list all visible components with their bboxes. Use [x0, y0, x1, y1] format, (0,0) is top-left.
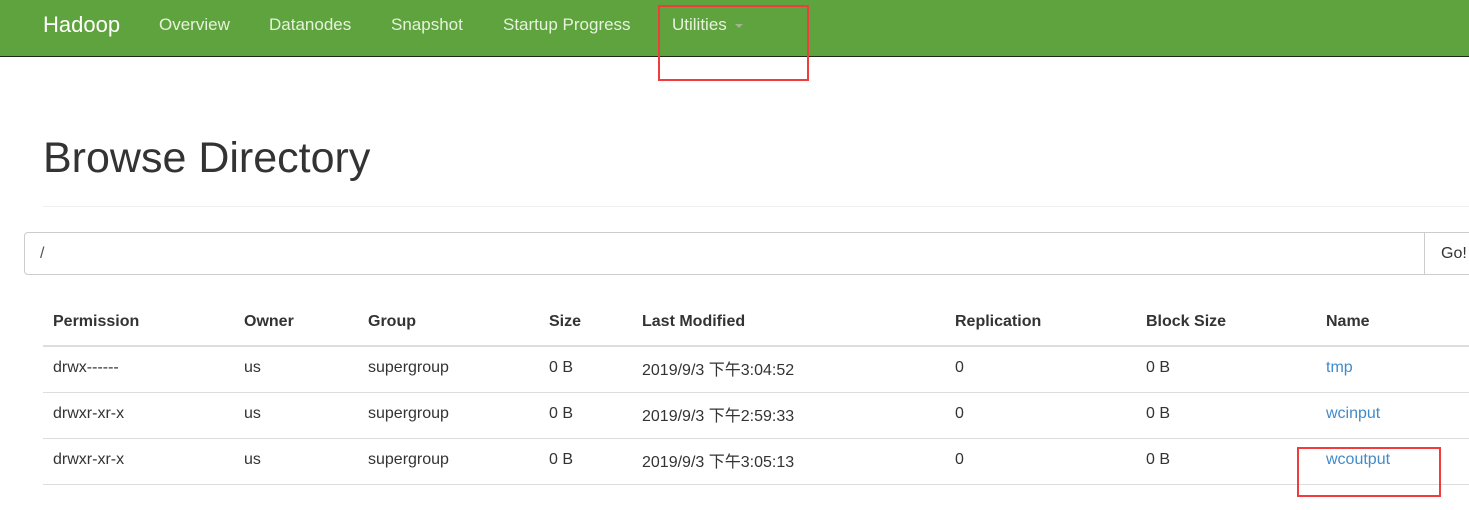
table-cell: 0 B — [539, 392, 632, 439]
table-cell: 2019/9/3 下午3:04:52 — [632, 346, 945, 393]
table-cell: 0 — [945, 438, 1136, 485]
table-cell: 0 B — [1136, 346, 1316, 393]
table-cell: us — [234, 346, 358, 393]
table-cell: us — [234, 438, 358, 485]
column-header: Group — [358, 299, 539, 347]
table-cell: 0 — [945, 346, 1136, 393]
directory-table: Permission Owner Group Size Last Modified Rep… — [43, 299, 1469, 485]
table-cell: 0 B — [1136, 392, 1316, 439]
table-cell: 0 B — [1136, 438, 1316, 485]
table-cell: 0 B — [539, 438, 632, 485]
table-cell: supergroup — [358, 392, 539, 439]
table-row: drwxr-xr-x us supergroup 0 B 2019/9/3 下午2:59… — [43, 392, 1469, 439]
column-header: Permission — [43, 299, 234, 347]
table-cell: 0 B — [539, 346, 632, 393]
nav-snapshot[interactable]: Snapshot — [391, 15, 463, 35]
table-cell: 0 — [945, 392, 1136, 439]
column-header: Replication — [945, 299, 1136, 347]
table-cell: us — [234, 392, 358, 439]
directory-link[interactable]: wcinput — [1326, 405, 1380, 422]
table-cell: 2019/9/3 下午2:59:33 — [632, 392, 945, 439]
directory-link[interactable]: tmp — [1326, 359, 1353, 376]
directory-path-input[interactable] — [24, 232, 1425, 275]
column-header: Name — [1316, 299, 1469, 347]
page-title: Browse Directory — [43, 134, 371, 182]
table-cell: drwx------ — [43, 346, 234, 393]
go-button[interactable]: Go! — [1424, 232, 1469, 275]
annotation-box-utilities — [658, 5, 809, 81]
table-cell: tmp — [1316, 346, 1469, 393]
table-cell: supergroup — [358, 346, 539, 393]
table-header-row: Permission Owner Group Size Last Modified Rep… — [43, 299, 1469, 347]
table-row: drwxr-xr-x us supergroup 0 B 2019/9/3 下午3:05… — [43, 438, 1469, 485]
table-cell: supergroup — [358, 438, 539, 485]
column-header: Size — [539, 299, 632, 347]
table-cell: drwxr-xr-x — [43, 438, 234, 485]
nav-overview[interactable]: Overview — [159, 15, 230, 35]
nav-startup-progress[interactable]: Startup Progress — [503, 15, 631, 35]
column-header: Owner — [234, 299, 358, 347]
table-cell: drwxr-xr-x — [43, 392, 234, 439]
divider — [43, 206, 1469, 207]
column-header: Last Modified — [632, 299, 945, 347]
nav-datanodes[interactable]: Datanodes — [269, 15, 351, 35]
table-cell: 2019/9/3 下午3:05:13 — [632, 438, 945, 485]
table-cell: wcinput — [1316, 392, 1469, 439]
brand-logo[interactable]: Hadoop — [43, 12, 120, 38]
column-header: Block Size — [1136, 299, 1316, 347]
table-row: drwx------ us supergroup 0 B 2019/9/3 下午3:04… — [43, 346, 1469, 393]
annotation-box-wcoutput — [1297, 447, 1441, 497]
